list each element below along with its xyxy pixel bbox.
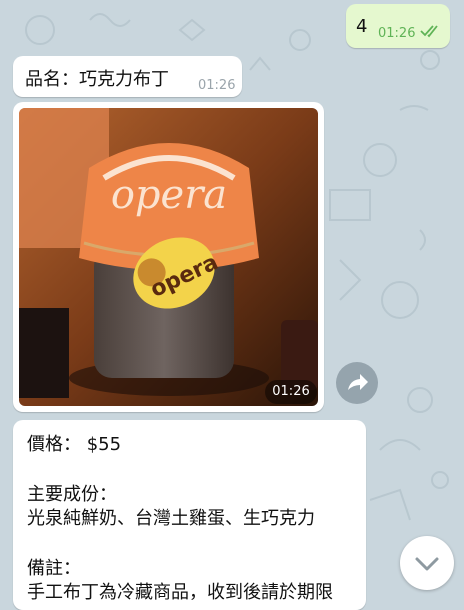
message-text: 品名：巧克力布丁 <box>25 69 169 90</box>
ingredients-text: 光泉純鮮奶、台灣土雞蛋、生巧克力 <box>27 508 315 529</box>
chevron-down-icon <box>415 557 439 571</box>
jar-lid-text: opera <box>111 172 227 218</box>
message-text: 4 <box>356 16 368 37</box>
ingredients-label: 主要成份： <box>27 484 117 505</box>
share-button[interactable] <box>336 362 378 404</box>
notes-text: 手工布丁為冷藏商品，收到後請於期限 <box>27 582 333 603</box>
pudding-photo[interactable]: opera opera <box>19 108 318 406</box>
notes-label: 備註： <box>27 558 81 579</box>
photo-time: 01:26 <box>265 380 317 404</box>
product-details-message[interactable]: 價格： $55 主要成份： 光泉純鮮奶、台灣土雞蛋、生巧克力 備註： 手工布丁為… <box>13 420 366 610</box>
photo-message[interactable]: opera opera <box>13 102 324 412</box>
message-time: 01:26 <box>378 26 416 41</box>
message-time: 01:26 <box>198 78 236 93</box>
product-name-message[interactable]: 品名：巧克力布丁 01:26 <box>13 56 242 97</box>
price-text: 價格： $55 <box>27 434 122 455</box>
share-arrow-icon <box>348 374 368 390</box>
pudding-jar-image: opera opera <box>19 108 318 406</box>
outgoing-message[interactable]: 4 01:26 <box>346 4 450 48</box>
scroll-down-button[interactable] <box>400 536 454 590</box>
double-check-icon <box>420 25 438 38</box>
